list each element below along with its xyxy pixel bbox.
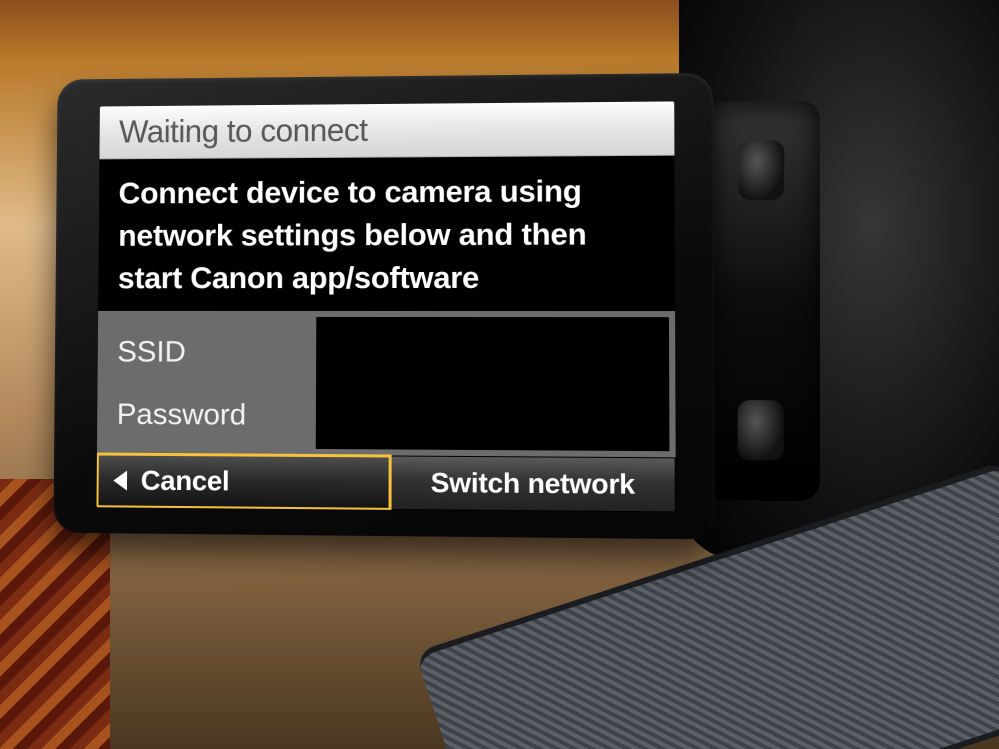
connection-instructions: Connect device to camera using network s… bbox=[98, 156, 675, 312]
network-credentials-panel: SSID Password bbox=[97, 311, 676, 457]
camera-lcd-screen: Waiting to connect Connect device to cam… bbox=[96, 101, 675, 512]
left-triangle-icon bbox=[113, 471, 127, 491]
cancel-button[interactable]: Cancel bbox=[96, 454, 390, 510]
button-bar: Cancel Switch network bbox=[96, 454, 675, 513]
switch-network-button[interactable]: Switch network bbox=[391, 455, 676, 512]
lcd-hinge bbox=[700, 100, 821, 501]
screen-title: Waiting to connect bbox=[99, 101, 674, 159]
password-label: Password bbox=[117, 398, 247, 432]
ssid-label: SSID bbox=[117, 335, 186, 369]
lcd-bezel: Waiting to connect Connect device to cam… bbox=[53, 73, 715, 539]
redaction-overlay bbox=[316, 317, 670, 451]
switch-network-button-label: Switch network bbox=[431, 467, 635, 501]
cancel-button-label: Cancel bbox=[141, 465, 230, 498]
